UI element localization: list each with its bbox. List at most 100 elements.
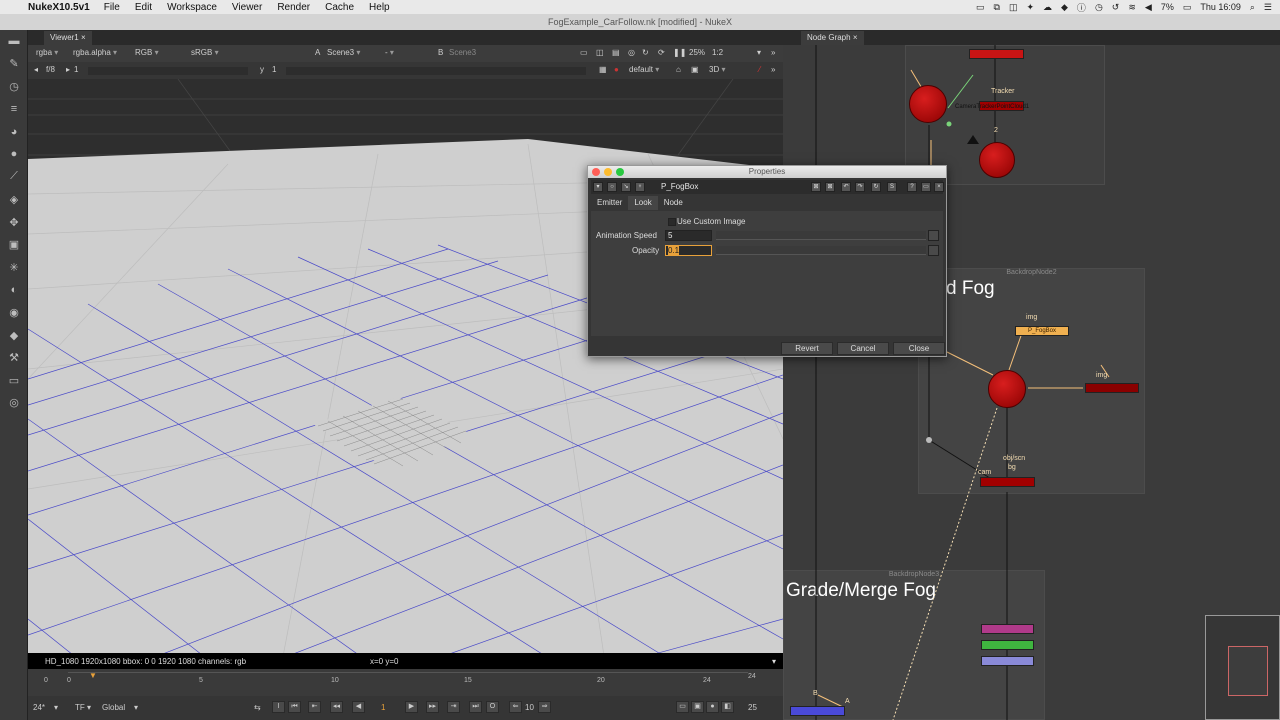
help-icon[interactable]: ?: [907, 182, 917, 192]
navigator-viewport-box[interactable]: [1228, 646, 1268, 696]
out-point-button[interactable]: O: [486, 701, 499, 713]
other-tool-icon[interactable]: ▭: [0, 369, 28, 392]
skip-back-button[interactable]: ⇐: [509, 701, 522, 713]
revert-button[interactable]: Revert: [781, 342, 833, 355]
exposure-prev-icon[interactable]: ◂: [34, 65, 38, 74]
node-merge[interactable]: [790, 706, 845, 716]
skip-forward-button[interactable]: ⇒: [538, 701, 551, 713]
collapse-icon[interactable]: ▾: [593, 182, 603, 192]
layer-dropdown[interactable]: rgba: [36, 48, 58, 57]
node-particle-render[interactable]: [988, 370, 1026, 408]
float-panel-icon[interactable]: ▭: [921, 182, 931, 192]
scope-dropdown[interactable]: Global: [102, 703, 125, 712]
transform-tool-icon[interactable]: ✥: [0, 211, 28, 234]
close-icon[interactable]: ×: [934, 182, 944, 192]
view-mode-dropdown[interactable]: 3D: [709, 65, 725, 74]
properties-titlebar[interactable]: Properties: [588, 166, 946, 178]
node-camera[interactable]: [909, 85, 947, 123]
dropbox-icon[interactable]: ◆: [1061, 2, 1068, 13]
roi-icon[interactable]: ▭: [580, 48, 588, 57]
node-icon[interactable]: ♆: [635, 182, 645, 192]
zoom-dropdown[interactable]: 25%: [689, 48, 705, 57]
input-a-dropdown[interactable]: Scene3: [327, 48, 360, 57]
refresh-icon[interactable]: ↻: [642, 48, 649, 57]
close-button[interactable]: Close: [893, 342, 945, 355]
color-tool-icon[interactable]: ◕: [0, 120, 28, 143]
tab-node[interactable]: Node: [658, 196, 689, 210]
volume-icon[interactable]: ◀: [1145, 2, 1152, 13]
info-icon[interactable]: ⓘ: [1077, 1, 1086, 14]
menu-viewer[interactable]: Viewer: [232, 2, 262, 13]
current-frame[interactable]: 1: [381, 703, 385, 712]
timer-icon[interactable]: ◷: [1095, 2, 1103, 13]
composite-op-dropdown[interactable]: -: [385, 48, 394, 57]
refresh-icon[interactable]: ↻: [871, 182, 881, 192]
next-keyframe-button[interactable]: ⇥: [447, 701, 460, 713]
node-name-field[interactable]: P_FogBox: [661, 182, 698, 191]
particles-tool-icon[interactable]: ✳: [0, 256, 28, 279]
view-3d-icon[interactable]: ▦: [599, 65, 607, 74]
gamma-value[interactable]: 1: [272, 65, 276, 74]
stop-icon[interactable]: ●: [614, 65, 619, 74]
undo-icon[interactable]: ⊠: [811, 182, 821, 192]
first-frame-button[interactable]: ⏮: [288, 701, 301, 713]
step-back-button[interactable]: ◂◂: [330, 701, 343, 713]
node-p-fogbox[interactable]: P_FogBox: [1015, 326, 1069, 336]
prev-keyframe-button[interactable]: ⇤: [308, 701, 321, 713]
minimize-window-icon[interactable]: [604, 168, 612, 176]
cloud-icon[interactable]: ☁: [1043, 2, 1052, 13]
fps-chevron-icon[interactable]: ▾: [54, 703, 58, 712]
histogram-icon[interactable]: ▤: [612, 48, 620, 57]
animation-speed-slider[interactable]: [716, 231, 926, 240]
fstop-value[interactable]: f/8: [46, 65, 55, 74]
node-red-top[interactable]: [969, 49, 1024, 59]
node-red-right[interactable]: [1085, 383, 1139, 393]
deep-tool-icon[interactable]: ◐: [0, 279, 28, 302]
gain-value[interactable]: 1: [74, 65, 78, 74]
compare-button[interactable]: ◧: [721, 701, 734, 713]
more-options-icon[interactable]: »: [771, 48, 775, 57]
tab-viewer1[interactable]: Viewer1 ×: [44, 31, 92, 45]
gl-icon[interactable]: ◎: [628, 48, 635, 57]
menu-cache[interactable]: Cache: [325, 2, 354, 13]
furnace-tool-icon[interactable]: ◎: [0, 392, 28, 415]
notifications-icon[interactable]: ☰: [1264, 2, 1272, 13]
menu-render[interactable]: Render: [277, 2, 310, 13]
record-button[interactable]: ●: [706, 701, 719, 713]
twitter-icon[interactable]: ✦: [1026, 2, 1034, 13]
end-frame-field[interactable]: 25: [748, 703, 757, 712]
proxy-dropdown[interactable]: 1:2: [712, 48, 723, 57]
animation-menu-icon[interactable]: [928, 245, 939, 256]
pause-icon[interactable]: ❚❚: [673, 48, 686, 57]
display-dropdown[interactable]: RGB: [135, 48, 159, 57]
draw-tool-icon[interactable]: ✎: [0, 53, 28, 76]
node-grade-3[interactable]: [981, 656, 1034, 666]
node-graph-panel[interactable]: Node Graph × BackdropNode2 d Fog Backdro…: [783, 30, 1280, 720]
scope-chevron-icon[interactable]: ▾: [134, 703, 138, 712]
node-scene-top[interactable]: [979, 142, 1015, 178]
node-grade-2[interactable]: [981, 640, 1034, 650]
tab-look[interactable]: Look: [628, 196, 658, 210]
toolsets-tool-icon[interactable]: ⚒: [0, 346, 28, 369]
3d-tool-icon[interactable]: ▣: [0, 233, 28, 256]
gain-play-icon[interactable]: ▸: [66, 65, 70, 74]
camera-dropdown[interactable]: default: [629, 65, 659, 74]
clip-warning-icon[interactable]: ◫: [596, 48, 604, 57]
history-icon[interactable]: ↷: [855, 182, 865, 192]
redo-icon[interactable]: ⊠: [825, 182, 835, 192]
play-backward-button[interactable]: ◀: [352, 701, 365, 713]
animation-menu-icon[interactable]: [928, 230, 939, 241]
settings-icon[interactable]: S: [887, 182, 897, 192]
playhead-icon[interactable]: ▼: [89, 672, 97, 680]
in-point-button[interactable]: I: [272, 701, 285, 713]
tf-chevron-icon[interactable]: ▾: [87, 703, 91, 712]
opacity-slider[interactable]: [716, 246, 926, 255]
interactive-icon[interactable]: ▣: [691, 65, 699, 74]
image-tool-icon[interactable]: ▬: [0, 30, 28, 53]
channel-dropdown[interactable]: rgba.alpha: [73, 48, 117, 57]
clock[interactable]: Thu 16:09: [1200, 2, 1241, 12]
menu-file[interactable]: File: [104, 2, 120, 13]
battery-icon[interactable]: ▭: [1183, 2, 1192, 13]
gamma-slider[interactable]: [286, 67, 586, 75]
input-b-dropdown[interactable]: Scene3: [449, 48, 476, 57]
